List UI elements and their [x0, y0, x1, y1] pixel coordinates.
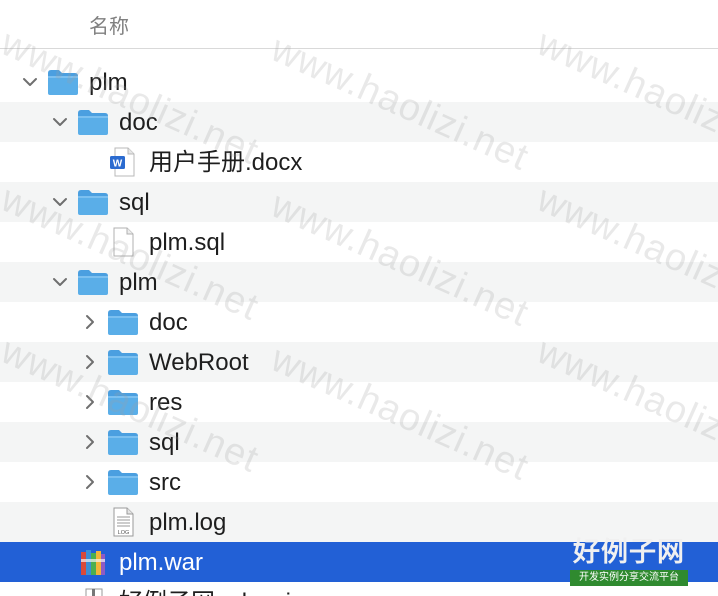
site-logo: 好例子网 开发实例分享交流平台 [570, 538, 688, 588]
tree-row-label: 好例子网_plm.zip [119, 590, 304, 596]
chevron-down-icon[interactable] [22, 74, 38, 90]
tree-row[interactable]: doc [0, 302, 718, 342]
name-column-header[interactable]: 名称 [89, 10, 129, 39]
chevron-right-icon[interactable] [82, 394, 98, 410]
folder-icon [106, 427, 140, 457]
folder-icon [106, 467, 140, 497]
svg-text:W: W [113, 159, 123, 170]
folder-icon [46, 67, 80, 97]
folder-icon [76, 107, 110, 137]
folder-icon [106, 347, 140, 377]
tree-row[interactable]: sql [0, 182, 718, 222]
chevron-down-icon[interactable] [52, 114, 68, 130]
tree-row[interactable]: sql [0, 422, 718, 462]
folder-icon [76, 267, 110, 297]
tree-row-label: plm.log [149, 509, 227, 536]
tree-row-label: plm.war [119, 549, 204, 576]
logo-title: 好例子网 [573, 537, 685, 568]
tree-row[interactable]: LOG plm.log [0, 502, 718, 542]
folder-icon [106, 387, 140, 417]
tree-row-label: res [149, 389, 183, 416]
tree-row[interactable]: plm [0, 62, 718, 102]
tree-row-label: doc [119, 109, 158, 136]
column-header[interactable]: 名称 [0, 0, 718, 49]
tree-row-label: sql [149, 429, 180, 456]
tree-row-label: src [149, 469, 181, 496]
tree-row[interactable]: src [0, 462, 718, 502]
svg-text:LOG: LOG [118, 530, 130, 536]
tree-row[interactable]: plm [0, 262, 718, 302]
tree-row-label: plm.sql [149, 229, 226, 256]
chevron-right-icon[interactable] [82, 314, 98, 330]
tree-row[interactable]: WebRoot [0, 342, 718, 382]
tree-row[interactable]: res [0, 382, 718, 422]
tree-row[interactable]: plm.sql [0, 222, 718, 262]
archive-icon [76, 547, 110, 577]
logo-subtitle: 开发实例分享交流平台 [570, 570, 688, 586]
tree-row-label: WebRoot [149, 349, 249, 376]
tree-row[interactable]: doc [0, 102, 718, 142]
chevron-right-icon[interactable] [82, 434, 98, 450]
tree-row-label: plm [119, 269, 158, 296]
tree-row-label: plm [89, 69, 128, 96]
zip-file-icon [76, 587, 110, 596]
chevron-down-icon[interactable] [52, 274, 68, 290]
folder-icon [76, 187, 110, 217]
chevron-right-icon[interactable] [82, 354, 98, 370]
folder-icon [106, 307, 140, 337]
chevron-down-icon[interactable] [52, 194, 68, 210]
word-document-icon: W [106, 147, 140, 177]
chevron-right-icon[interactable] [82, 474, 98, 490]
tree-row-label: 用户手册.docx [149, 149, 303, 176]
tree-row[interactable]: W 用户手册.docx [0, 142, 718, 182]
tree-row-label: sql [119, 189, 150, 216]
log-file-icon: LOG [106, 507, 140, 537]
tree-row-label: doc [149, 309, 188, 336]
text-file-icon [106, 227, 140, 257]
